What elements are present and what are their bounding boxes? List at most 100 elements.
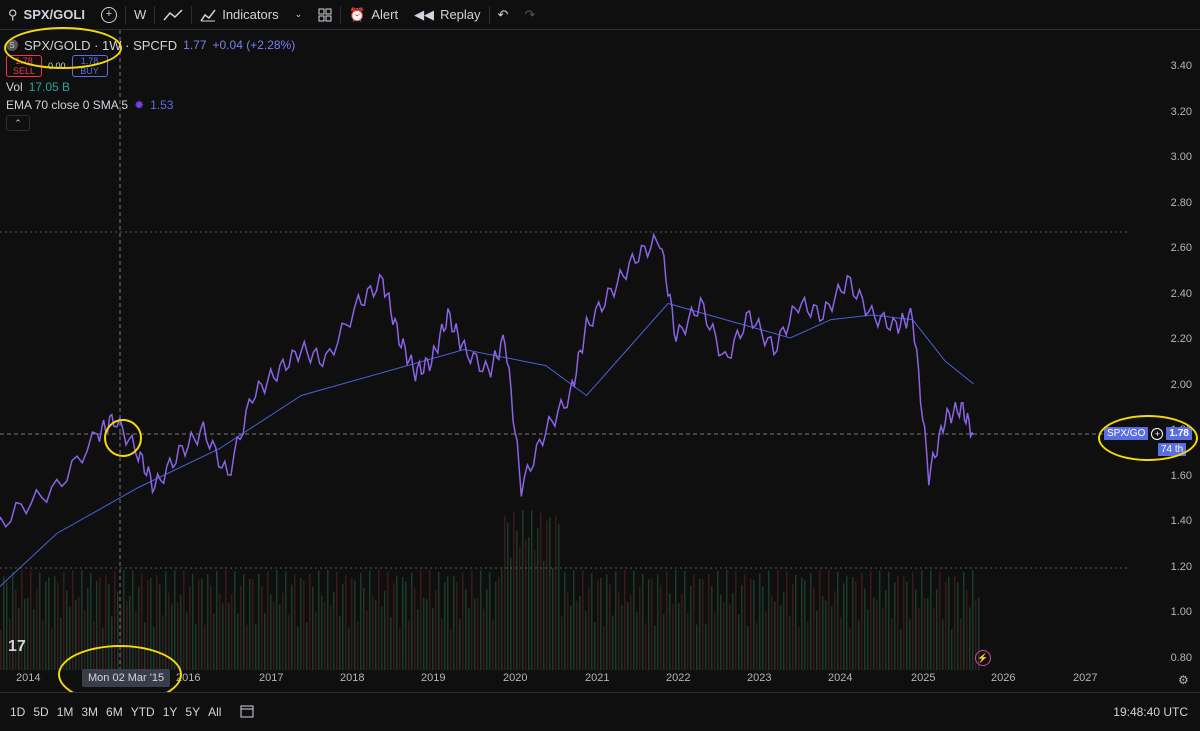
highlight-ellipse-crossing (104, 419, 142, 457)
volume-bar (354, 580, 356, 670)
range-button[interactable]: 5Y (181, 705, 204, 719)
volume-bar (477, 598, 479, 670)
volume-bar (693, 574, 695, 670)
sell-label: SELL (12, 66, 36, 76)
price-axis-label: 3.40 (1170, 60, 1192, 72)
volume-bar (708, 573, 710, 670)
volume-bar (651, 578, 653, 670)
range-button[interactable]: 6M (102, 705, 127, 719)
volume-bar (204, 625, 206, 670)
volume-bar (675, 570, 677, 670)
volume-bar (804, 580, 806, 670)
symbol-search[interactable]: ⚲ SPX/GOLI (0, 0, 93, 29)
volume-bar (285, 571, 287, 670)
collapse-legend-button[interactable]: ⌃ (6, 115, 30, 131)
volume-bar (798, 627, 800, 670)
volume-bar (759, 573, 761, 670)
volume-bar (939, 572, 941, 670)
volume-bar (405, 581, 407, 670)
volume-bar (312, 587, 314, 670)
volume-bar (246, 624, 248, 670)
volume-bar (390, 617, 392, 670)
volume-bar (342, 583, 344, 670)
volume-bar (750, 578, 752, 670)
volume-bar (492, 619, 494, 670)
price-axis-label: 2.80 (1170, 196, 1192, 209)
redo-button[interactable]: ↷ (516, 0, 543, 29)
volume-bar (630, 595, 632, 670)
volume-bar (249, 578, 251, 670)
volume-bar (483, 608, 485, 670)
templates-dropdown[interactable]: ⌄ (287, 0, 311, 29)
symbol-input[interactable]: SPX/GOLI (24, 7, 85, 22)
volume-bar (417, 609, 419, 670)
volume-bar (255, 623, 257, 670)
indicators-button[interactable]: Indicators (192, 0, 286, 29)
volume-bar (525, 539, 527, 670)
utc-clock[interactable]: 19:48:40 UTC (1113, 705, 1200, 719)
volume-bar (402, 576, 404, 670)
volume-bar (657, 574, 659, 670)
volume-bar (222, 603, 224, 670)
date-range-button[interactable] (239, 703, 255, 722)
volume-label[interactable]: Vol (6, 80, 23, 94)
volume-bar (771, 595, 773, 670)
ema-value: 1.53 (150, 98, 174, 112)
volume-bar (471, 570, 473, 670)
volume-bar (795, 574, 797, 670)
range-button[interactable]: 1D (6, 705, 29, 719)
volume-bar (960, 618, 962, 670)
replay-button[interactable]: ◀◀ Replay (406, 0, 488, 29)
range-button[interactable]: YTD (127, 705, 159, 719)
range-button[interactable]: 5D (29, 705, 52, 719)
settings-gear-icon[interactable]: ⚙ (1178, 673, 1189, 687)
volume-bar (951, 629, 953, 670)
volume-bar (219, 593, 221, 670)
range-button[interactable]: 3M (77, 705, 102, 719)
undo-button[interactable]: ↶ (490, 0, 517, 29)
volume-bar (381, 606, 383, 670)
ema-label[interactable]: EMA 70 close 0 SMA 5 (6, 98, 128, 112)
alert-button[interactable]: ⏰ Alert (341, 0, 406, 29)
volume-bar (621, 604, 623, 670)
volume-bar (522, 510, 524, 670)
volume-bar (399, 628, 401, 670)
volume-bar (786, 571, 788, 670)
volume-bar (732, 593, 734, 670)
volume-bar (237, 613, 239, 670)
volume-bar (54, 575, 56, 670)
time-axis-label: 2020 (503, 672, 528, 684)
volume-bar (591, 573, 593, 670)
volume-bar (528, 537, 530, 670)
volume-bar (420, 570, 422, 670)
range-button[interactable]: 1Y (159, 705, 182, 719)
compare-button[interactable]: + (93, 0, 125, 29)
time-axis-label: 2025 (911, 672, 936, 684)
volume-bar (687, 613, 689, 670)
volume-bar (741, 584, 743, 670)
grid-icon (318, 8, 332, 21)
volume-bar (393, 583, 395, 670)
range-button[interactable]: All (204, 705, 225, 719)
chart-type-button[interactable] (155, 0, 191, 29)
volume-bar (876, 599, 878, 670)
volume-bar (879, 570, 881, 670)
volume-bar (618, 592, 620, 670)
volume-bar (315, 611, 317, 670)
interval-button[interactable]: W (126, 0, 154, 29)
price-axis[interactable]: 3.403.203.002.802.602.402.202.001.801.60… (1128, 30, 1200, 690)
volume-bar (435, 590, 437, 670)
lightning-icon[interactable]: ⚡ (975, 650, 991, 666)
price-axis-label: 1.00 (1170, 606, 1192, 618)
range-button[interactable]: 1M (53, 705, 78, 719)
volume-bar (507, 522, 509, 670)
volume-bar (729, 604, 731, 670)
price-axis-label: 3.20 (1170, 105, 1192, 118)
volume-bar (240, 585, 242, 670)
volume-bar (684, 570, 686, 670)
volume-bar (714, 613, 716, 670)
volume-bar (39, 572, 41, 670)
layouts-button[interactable] (310, 0, 340, 29)
volume-bar (954, 575, 956, 670)
volume-bar (669, 593, 671, 670)
